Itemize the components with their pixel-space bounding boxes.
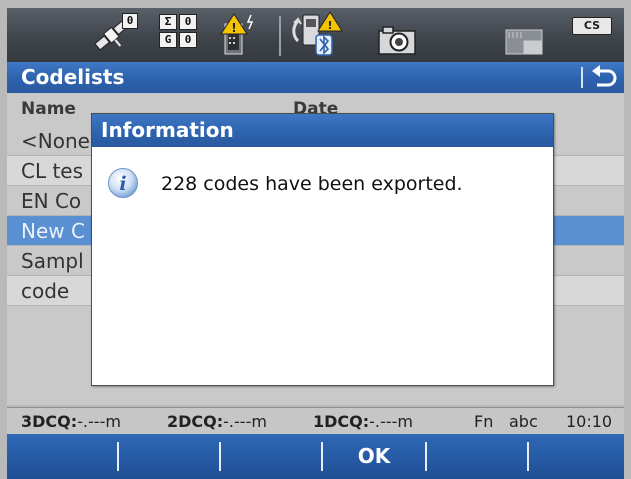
1dcq-value: -.---m [369, 412, 413, 431]
svg-text:!: ! [231, 21, 236, 35]
glonass-value: 0 [179, 32, 197, 48]
clock: 10:10 [566, 412, 613, 431]
1dcq-readout: 1DCQ:-.---m [313, 408, 413, 435]
3dcq-value: -.---m [77, 412, 121, 431]
row-name: EN Co [21, 189, 82, 213]
camera-icon[interactable] [377, 24, 417, 56]
svg-text:!: ! [327, 19, 332, 32]
softkey-f2[interactable] [119, 434, 219, 479]
1dcq-label: 1DCQ: [313, 412, 370, 431]
status-separator [279, 16, 281, 56]
input-mode-indicator: abc [509, 412, 538, 431]
glonass-label: G [159, 32, 177, 48]
info-icon: i [107, 167, 139, 199]
title-bar: Codelists [7, 62, 624, 93]
ok-button-label: OK [357, 444, 391, 468]
sigma-value: 0 [179, 14, 197, 30]
instrument-bluetooth-icon[interactable]: ! [290, 11, 343, 59]
quality-status-bar: 3DCQ:-.---m 2DCQ:-.---m 1DCQ:-.---m Fn a… [7, 407, 624, 435]
column-header-name[interactable]: Name [21, 98, 76, 120]
3dcq-readout: 3DCQ:-.---m [21, 408, 121, 435]
softkey-f5[interactable] [427, 434, 527, 479]
row-name: <None [21, 129, 90, 153]
softkey-f3[interactable] [221, 434, 321, 479]
softkey-f6[interactable] [529, 434, 624, 479]
sigma-label: Σ [159, 14, 177, 30]
dialog-title-bar: Information [92, 114, 553, 147]
2dcq-readout: 2DCQ:-.---m [167, 408, 267, 435]
title-separator [581, 67, 583, 88]
page-title: Codelists [21, 65, 125, 89]
information-dialog: Information i 228 codes have been export… [91, 113, 554, 386]
row-name: Sampl [21, 249, 84, 273]
row-name: code [21, 279, 70, 303]
row-name: CL tes [21, 159, 84, 183]
dialog-message: 228 codes have been exported. [161, 173, 463, 195]
status-bar: 0 Σ 0 G 0 ! ! CS [7, 8, 624, 63]
memory-card-icon[interactable] [505, 28, 545, 56]
row-name: New C [21, 219, 85, 243]
softkey-bar: OK [7, 434, 624, 479]
back-button[interactable] [589, 64, 619, 91]
2dcq-label: 2DCQ: [167, 412, 224, 431]
3dcq-label: 3DCQ: [21, 412, 78, 431]
ok-button[interactable]: OK [323, 434, 425, 479]
dialog-title: Information [101, 118, 234, 142]
fn-indicator: Fn [474, 412, 494, 431]
svg-text:i: i [119, 173, 126, 195]
screen: 0 Σ 0 G 0 ! ! CS Codelists Name Date <No… [0, 0, 631, 479]
softkey-f1[interactable] [7, 434, 117, 479]
back-arrow-icon [592, 65, 617, 87]
device-warning-icon[interactable]: ! [220, 12, 260, 58]
satellite-count-badge: 0 [122, 13, 138, 29]
cs-badge[interactable]: CS [572, 17, 612, 35]
2dcq-value: -.---m [223, 412, 267, 431]
